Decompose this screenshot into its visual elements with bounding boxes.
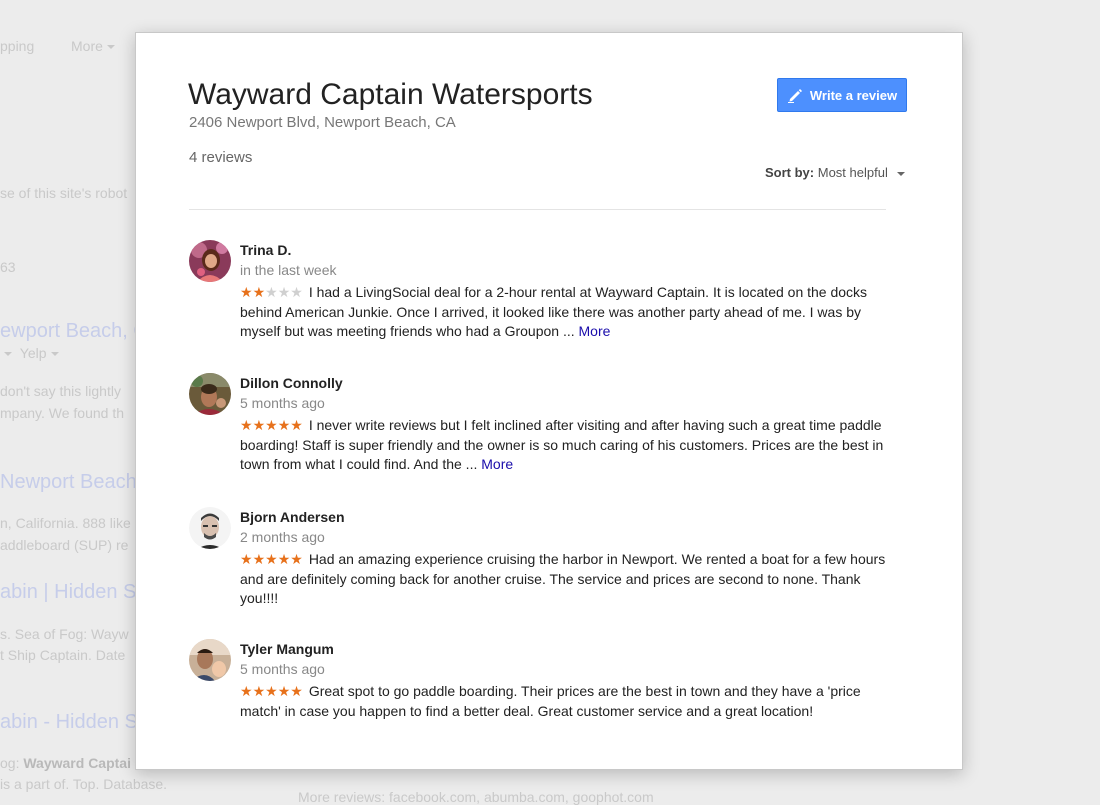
divider: [189, 209, 886, 210]
star-rating: ★★★★★: [240, 416, 303, 435]
bg-snippet-4b: is a part of. Top. Database.: [0, 776, 168, 792]
review-text: ★★★★★ I never write reviews but I felt in…: [240, 416, 890, 475]
bg-snippet-4a: og: Wayward Captai: [0, 755, 131, 771]
more-link[interactable]: More: [481, 456, 513, 472]
bg-tab-more: More: [71, 38, 115, 54]
bg-result-title-3: abin | Hidden St: [0, 581, 142, 603]
bg-count: 63: [0, 259, 16, 275]
star-filled-icon: ★: [252, 284, 266, 300]
review-text: ★★★★★ I had a LivingSocial deal for a 2-h…: [240, 283, 890, 342]
bg-tab-more-label: More: [71, 38, 103, 54]
business-address: 2406 Newport Blvd, Newport Beach, CA: [189, 114, 456, 131]
sort-control[interactable]: Sort by: Most helpful: [765, 165, 906, 180]
review-time: 2 months ago: [240, 529, 325, 545]
star-filled-icon: ★: [240, 551, 253, 567]
star-empty-icon: ★: [265, 284, 278, 300]
bg-snippet-2a: n, California. 888 like: [0, 515, 131, 531]
bg-snippet-1b: mpany. We found th: [0, 405, 124, 421]
star-filled-icon: ★: [277, 417, 291, 433]
star-filled-icon: ★: [265, 417, 278, 433]
reviewer-name[interactable]: Bjorn Andersen: [240, 509, 890, 525]
bg-snippet-3b: t Ship Captain. Date: [0, 647, 126, 663]
bg-snippet-1a: don't say this lightly: [0, 383, 121, 399]
review-text: ★★★★★ Had an amazing experience cruising …: [240, 550, 890, 609]
write-review-label: Write a review: [809, 87, 898, 103]
bg-result-title-1: ewport Beach, C: [0, 320, 148, 342]
star-filled-icon: ★: [265, 551, 278, 567]
star-filled-icon: ★: [290, 683, 303, 699]
star-filled-icon: ★: [277, 551, 291, 567]
star-filled-icon: ★: [240, 417, 253, 433]
star-filled-icon: ★: [290, 417, 303, 433]
bg-snippet-3a: s. Sea of Fog: Wayw: [0, 626, 129, 642]
avatar[interactable]: [189, 507, 231, 549]
bg-tab-shopping: pping: [0, 38, 35, 54]
bg-snippet-2b: addleboard (SUP) re: [0, 537, 129, 553]
reviews-dialog: Wayward Captain Watersports 2406 Newport…: [135, 32, 963, 770]
star-filled-icon: ★: [277, 683, 291, 699]
avatar[interactable]: [189, 373, 231, 415]
star-filled-icon: ★: [240, 284, 253, 300]
review-body: Great spot to go paddle boarding. Their …: [240, 683, 861, 719]
review-time: in the last week: [240, 262, 337, 278]
star-rating: ★★★★★: [240, 682, 303, 701]
reviewer-name[interactable]: Dillon Connolly: [240, 375, 890, 391]
review-body: Had an amazing experience cruising the h…: [240, 551, 886, 606]
avatar[interactable]: [189, 639, 231, 681]
review-text: ★★★★★ Great spot to go paddle boarding. T…: [240, 682, 890, 721]
star-filled-icon: ★: [290, 551, 303, 567]
chevron-down-icon: [106, 45, 115, 50]
review-count: 4 reviews: [189, 149, 253, 166]
star-filled-icon: ★: [252, 683, 266, 699]
more-link[interactable]: More: [579, 323, 611, 339]
review-time: 5 months ago: [240, 661, 325, 677]
chevron-down-icon: [4, 352, 12, 357]
pencil-icon: [787, 89, 802, 103]
star-rating: ★★★★★: [240, 550, 303, 569]
star-empty-icon: ★: [277, 284, 291, 300]
caret-down-icon[interactable]: [897, 171, 906, 176]
bg-robots-note: se of this site's robot: [0, 185, 128, 201]
bg-snippet-prefix: og:: [0, 755, 24, 771]
star-rating: ★★★★★: [240, 283, 303, 302]
bg-result-source: Yelp: [0, 345, 59, 361]
review-body: I had a LivingSocial deal for a 2-hour r…: [240, 284, 868, 339]
write-review-button[interactable]: Write a review: [777, 78, 907, 112]
bg-result-title-2: Newport Beach: [0, 471, 137, 493]
star-empty-icon: ★: [290, 284, 303, 300]
sort-label: Sort by:: [765, 165, 815, 180]
bg-result-title-4: abin - Hidden S: [0, 711, 138, 733]
star-filled-icon: ★: [240, 683, 253, 699]
star-filled-icon: ★: [252, 417, 266, 433]
review-body: I never write reviews but I felt incline…: [240, 417, 884, 472]
star-filled-icon: ★: [252, 551, 266, 567]
chevron-down-icon: [50, 352, 59, 357]
business-title: Wayward Captain Watersports: [188, 78, 593, 111]
bg-yelp-label: Yelp: [19, 345, 47, 361]
sort-dropdown[interactable]: Most helpful: [818, 165, 888, 180]
reviewer-name[interactable]: Trina D.: [240, 242, 890, 258]
review-time: 5 months ago: [240, 395, 325, 411]
bg-more-reviews: More reviews: facebook.com, abumba.com, …: [298, 789, 654, 805]
reviewer-name[interactable]: Tyler Mangum: [240, 641, 890, 657]
avatar[interactable]: [189, 240, 231, 282]
bg-snippet-bold: Wayward Captai: [23, 755, 131, 771]
star-filled-icon: ★: [265, 683, 278, 699]
